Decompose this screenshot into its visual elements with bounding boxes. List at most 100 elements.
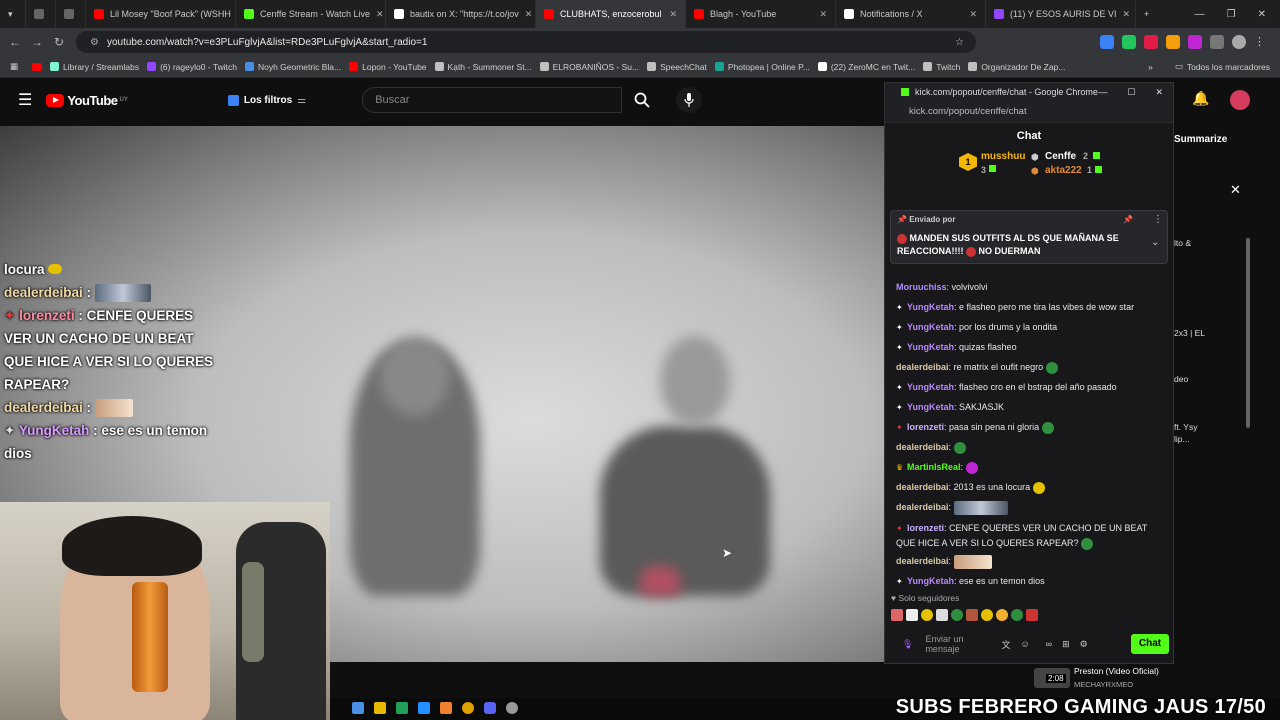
notifications-bell-icon[interactable]: 🔔: [1192, 90, 1209, 107]
bookmark-item[interactable]: (6) rageylo0 - Twitch: [147, 62, 237, 72]
extension-icon[interactable]: [1166, 35, 1180, 49]
emote-image: [953, 500, 1008, 515]
tab-0[interactable]: Lil Mosey "Boof Pack" (WSHH✕: [86, 0, 236, 28]
taskbar-app-icon[interactable]: [352, 702, 364, 714]
youtube-logo[interactable]: YouTube UY: [46, 93, 128, 108]
maximize-icon[interactable]: ☐: [1127, 87, 1135, 98]
scrollbar-thumb[interactable]: [1246, 238, 1250, 428]
close-icon[interactable]: ✕: [1155, 87, 1163, 98]
tab-2[interactable]: bautix on X: "https://t.co/jov ✕: [386, 0, 536, 28]
tab-5[interactable]: Notifications / X ✕: [836, 0, 986, 28]
extension-icon[interactable]: [1122, 35, 1136, 49]
taskbar-app-icon[interactable]: [506, 702, 518, 714]
more-bookmarks-chevron-icon[interactable]: »: [1148, 62, 1153, 72]
emote-icon[interactable]: [936, 609, 948, 621]
emote-icon[interactable]: [921, 609, 933, 621]
tab-1[interactable]: Cenffe Stream - Watch Live ✕: [236, 0, 386, 28]
taskbar-app-icon[interactable]: [396, 702, 408, 714]
emote-icon[interactable]: [1026, 609, 1038, 621]
minimize-icon[interactable]: —: [1098, 87, 1107, 97]
emote-icon[interactable]: [906, 609, 918, 621]
bookmark-item[interactable]: (22) ZeroMC en Twit...: [817, 62, 915, 72]
taskbar-app-icon[interactable]: [440, 702, 452, 714]
bookmark-item[interactable]: Twitch: [923, 62, 960, 72]
apps-grid-icon[interactable]: ▦: [10, 61, 18, 72]
gift-icon: [1093, 152, 1100, 159]
emote-icon[interactable]: [981, 609, 993, 621]
microphone-icon[interactable]: 🎙: [902, 639, 913, 650]
translate-icon[interactable]: 文: [1001, 638, 1010, 651]
related-title-snippet[interactable]: 2x3 | EL: [1174, 328, 1205, 338]
tab-4[interactable]: Blagh - YouTube ✕: [686, 0, 836, 28]
youtube-bookmark-icon[interactable]: [32, 62, 43, 71]
pinned-message[interactable]: 📌 Enviado por 📌 ⋮ MANDEN SUS OUTFITS AL …: [890, 210, 1168, 264]
taskbar-app-icon[interactable]: [418, 702, 430, 714]
close-icon[interactable]: ✕: [1258, 9, 1266, 20]
tab-search-button[interactable]: ▾: [0, 0, 26, 28]
site-info-icon[interactable]: ⚙: [90, 37, 99, 48]
hamburger-menu-icon[interactable]: ☰: [18, 90, 32, 110]
connections-icon[interactable]: ∞: [1046, 639, 1052, 649]
related-title-snippet[interactable]: ft. Ysy: [1174, 422, 1197, 432]
bookmark-item[interactable]: Kạth - Summoner St...: [434, 62, 532, 72]
youtube-sidebar: 🔔 Summarize ✕ lto & 2x3 | EL deo ft. Ysy…: [1172, 78, 1280, 720]
emote-icon[interactable]: [1011, 609, 1023, 621]
close-icon[interactable]: ✕: [1230, 182, 1241, 198]
profile-avatar[interactable]: [1232, 35, 1246, 49]
voice-search-button[interactable]: [676, 87, 703, 113]
extension-icon[interactable]: [1188, 35, 1202, 49]
extension-icon[interactable]: [1100, 35, 1114, 49]
extensions-puzzle-icon[interactable]: [1210, 35, 1224, 49]
message-input[interactable]: Enviar un mensaje: [925, 634, 987, 654]
forward-icon[interactable]: →: [26, 35, 48, 49]
bookmark-item[interactable]: Noyh Geometric Bla...: [244, 62, 341, 72]
bookmark-star-icon[interactable]: ☆: [955, 37, 964, 48]
filters-button[interactable]: Los filtros ⚌: [227, 94, 306, 106]
menu-kebab-icon[interactable]: ⋮: [1254, 35, 1268, 49]
bookmark-item[interactable]: Organizador De Zap...: [968, 62, 1065, 72]
pin-action-icon[interactable]: 📌: [1123, 215, 1133, 224]
extension-icon[interactable]: [1144, 35, 1158, 49]
reload-icon[interactable]: ↻: [48, 35, 70, 49]
taskbar-app-icon[interactable]: [484, 702, 496, 714]
taskbar-app-icon[interactable]: [374, 702, 386, 714]
more-options-icon[interactable]: ⋮: [1153, 214, 1163, 225]
popup-url-bar[interactable]: kick.com/popout/cenffe/chat: [885, 101, 1173, 123]
new-tab-button[interactable]: +: [1136, 0, 1160, 28]
expand-chevron-icon[interactable]: ⌄: [1151, 237, 1159, 248]
related-title-snippet[interactable]: deo: [1174, 374, 1188, 384]
emote-icon[interactable]: [966, 609, 978, 621]
related-title-snippet[interactable]: lto &: [1174, 238, 1191, 248]
search-button[interactable]: [622, 87, 662, 113]
minimize-icon[interactable]: —: [1195, 9, 1205, 20]
gift-icon[interactable]: ⊞: [1062, 639, 1070, 650]
bookmark-item[interactable]: ELROBANIÑOS - Su...: [539, 62, 639, 72]
bookmark-item[interactable]: Lopon - YouTube: [349, 62, 427, 72]
all-bookmarks-folder[interactable]: ▭ Todos los marcadores: [1175, 61, 1270, 72]
emoji-icon[interactable]: ☺: [1020, 639, 1029, 649]
address-bar[interactable]: ⚙ youtube.com/watch?v=e3PLuFglvjA&list=R…: [76, 31, 976, 53]
bookmark-item[interactable]: SpeechChat: [647, 62, 707, 72]
settings-gear-icon[interactable]: ⚙: [1080, 639, 1088, 650]
back-icon[interactable]: ←: [4, 35, 26, 49]
summarize-button[interactable]: Summarize: [1174, 134, 1227, 145]
bookmark-item[interactable]: Photopea | Online P...: [714, 62, 810, 72]
emote-icon[interactable]: [996, 609, 1008, 621]
emote-image: [94, 399, 133, 418]
tab-pinned-2[interactable]: [56, 0, 86, 28]
overlay-chat-line: dealerdeibai :: [4, 281, 214, 304]
related-title-snippet[interactable]: lip...: [1174, 434, 1190, 444]
account-avatar[interactable]: [1230, 90, 1250, 110]
popup-url: kick.com/popout/cenffe/chat: [909, 106, 1027, 117]
tab-pinned-1[interactable]: [26, 0, 56, 28]
search-input[interactable]: Buscar: [362, 87, 623, 113]
emote-icon[interactable]: [891, 609, 903, 621]
bookmark-item[interactable]: Library / Streamlabs: [50, 62, 139, 72]
tab-6[interactable]: (11) Y ESOS AURIS DE VI ✕: [986, 0, 1136, 28]
tab-3[interactable]: CLUBHATS, enzocerobul ✕: [536, 0, 686, 28]
related-video-card[interactable]: 2:08 Preston (Video Oficial) MECHAYRXMEO: [988, 664, 1172, 698]
send-chat-button[interactable]: Chat: [1131, 634, 1169, 654]
emote-icon[interactable]: [951, 609, 963, 621]
taskbar-app-icon[interactable]: [462, 702, 474, 714]
restore-icon[interactable]: ❐: [1227, 9, 1236, 20]
